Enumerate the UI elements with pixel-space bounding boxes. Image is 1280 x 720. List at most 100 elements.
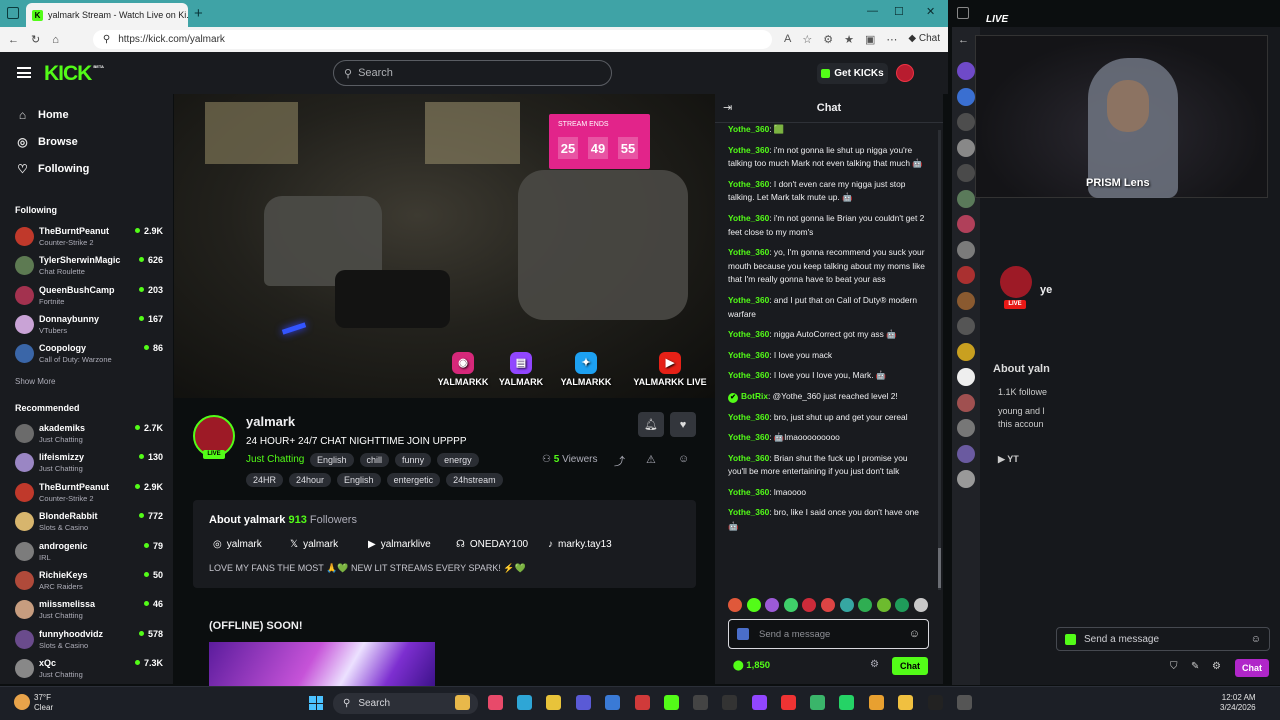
sidebar-channel-avatar[interactable] — [957, 164, 975, 182]
tag[interactable]: 24HR — [246, 473, 284, 487]
chat-username[interactable]: Yothe_360 — [728, 295, 769, 305]
settings-icon[interactable]: ⚙ — [1212, 661, 1221, 672]
sidebar-channel[interactable]: RichieKeys ARC Raiders 50 — [15, 567, 163, 595]
sidebar-channel[interactable]: lifeismizzy Just Chatting 130 — [15, 449, 163, 477]
chat-username[interactable]: Yothe_360 — [728, 247, 769, 257]
folder-icon[interactable] — [898, 695, 913, 710]
emote-icon[interactable] — [839, 598, 854, 612]
obs-icon[interactable] — [928, 695, 943, 710]
hamburger-menu-icon[interactable] — [17, 67, 31, 78]
emote-icon[interactable] — [858, 598, 873, 612]
sidebar-channel[interactable]: Donnaybunny VTubers 167 — [15, 311, 163, 339]
sidebar-channel-avatar[interactable] — [957, 87, 975, 106]
more-menu-icon[interactable]: ⋯ — [886, 33, 897, 46]
emote-icon[interactable] — [765, 598, 780, 612]
favorite-star-icon[interactable]: ☆ — [802, 33, 812, 46]
chat-settings-icon[interactable]: ⚙ — [870, 659, 879, 670]
sidebar-channel-avatar[interactable] — [957, 113, 975, 131]
sidebar-item-following[interactable]: ♡ Following — [16, 162, 89, 176]
twitch-icon[interactable] — [752, 695, 767, 710]
link-youtube[interactable]: ▶ yalmarklive — [368, 539, 431, 550]
chat-username[interactable]: Yothe_360 — [728, 213, 769, 223]
chat-username[interactable]: Yothe_360 — [728, 370, 769, 380]
sidebar-channel-avatar[interactable] — [957, 240, 975, 259]
browser-tab-kick[interactable]: K yalmark Stream - Watch Live on Ki... × — [26, 3, 188, 27]
emote-icon[interactable] — [876, 598, 891, 612]
tag[interactable]: energy — [437, 453, 479, 467]
chat-send-button[interactable]: Chat — [892, 657, 928, 675]
chat-scrollbar[interactable] — [938, 130, 941, 590]
sidebar-channel-avatar[interactable] — [957, 444, 975, 463]
second-yt-link[interactable]: ▶ YT — [998, 454, 1019, 465]
kick-icon[interactable] — [664, 695, 679, 710]
read-aloud-icon[interactable]: A — [784, 33, 791, 46]
tag[interactable]: 24hour — [289, 473, 332, 487]
emote-icon[interactable] — [913, 598, 928, 612]
link-instagram[interactable]: ◎ yalmark — [213, 539, 262, 550]
notification-bell-button[interactable]: 🔔︎ — [638, 412, 664, 437]
chat-username[interactable]: Yothe_360 — [728, 487, 769, 497]
shield-icon[interactable]: ⛉ — [1170, 661, 1178, 672]
extensions-icon[interactable]: ⚙ — [823, 33, 833, 46]
emote-icon[interactable] — [783, 598, 798, 612]
sidebar-channel-avatar[interactable] — [957, 189, 975, 208]
opera-icon[interactable] — [781, 695, 796, 710]
new-tab-button[interactable]: + — [194, 5, 203, 22]
media-icon[interactable] — [635, 695, 650, 710]
emoji-icon[interactable]: ☺ — [909, 628, 920, 640]
emote-picker-icon[interactable] — [737, 628, 749, 640]
user-avatar[interactable] — [896, 64, 914, 82]
sidebar-channel-avatar[interactable] — [957, 138, 975, 157]
sidebar-item-home[interactable]: ⌂ Home — [16, 108, 69, 122]
app-icon[interactable] — [576, 695, 591, 710]
favorites-icon[interactable]: ★ — [844, 33, 854, 46]
chat-username[interactable]: Yothe_360 — [728, 179, 769, 189]
link-discord[interactable]: ☊ ONEDAY100 — [456, 539, 528, 550]
emoji-icon[interactable]: ☺ — [1251, 634, 1261, 645]
emote-icon[interactable] — [820, 598, 835, 612]
sidebar-channel[interactable]: akademiks Just Chatting 2.7K — [15, 420, 163, 448]
chat-username[interactable]: Yothe_360 — [728, 432, 769, 442]
tag[interactable]: funny — [395, 453, 432, 467]
copilot-chat-button[interactable]: ◆ Chat — [908, 33, 940, 46]
sidebar-channel[interactable]: BlondeRabbit Slots & Casino 772 — [15, 508, 163, 536]
kick-logo[interactable]: KICK BETA — [44, 62, 104, 86]
close-window-icon[interactable]: ✕ — [926, 5, 935, 18]
sidebar-channel[interactable]: TylerSherwinMagic Chat Roulette 626 — [15, 252, 163, 280]
chat-username[interactable]: Yothe_360 — [728, 412, 769, 422]
refresh-icon[interactable]: ↻ — [31, 33, 40, 46]
tag[interactable]: 24hstream — [446, 473, 503, 487]
channel-points[interactable]: ⬤ 1,850 — [733, 660, 770, 671]
user-profile-icon[interactable]: ☺ — [678, 453, 689, 465]
system-clock[interactable]: 12:02 AM 3/24/2026 — [1220, 693, 1256, 713]
sidebar-channel[interactable]: QueenBushCamp Fortnite 203 — [15, 282, 163, 310]
emote-icon[interactable] — [728, 598, 742, 612]
sidebar-channel[interactable]: androgenic IRL 79 — [15, 538, 163, 566]
back-icon[interactable]: ← — [958, 34, 969, 46]
file-explorer-icon[interactable] — [455, 695, 470, 710]
category-link[interactable]: Just Chatting — [246, 454, 304, 465]
terminal-icon[interactable] — [722, 695, 737, 710]
sidebar-channel-avatar[interactable] — [957, 62, 975, 80]
sidebar-channel[interactable]: miissmelissa Just Chatting 46 — [15, 596, 163, 624]
sidebar-channel-avatar[interactable] — [957, 317, 975, 335]
second-chat-button[interactable]: Chat — [1235, 659, 1269, 677]
workspaces-icon[interactable] — [7, 7, 19, 19]
minimize-icon[interactable]: — — [867, 5, 878, 17]
sidebar-channel[interactable]: xQc Just Chatting 7.3K — [15, 655, 163, 683]
search-input[interactable]: ⚲ Search — [333, 60, 612, 86]
show-more-link[interactable]: Show More — [15, 377, 55, 386]
whatsapp-icon[interactable] — [839, 695, 854, 710]
url-field[interactable]: ⚲ https://kick.com/yalmark — [92, 30, 773, 49]
chat-username[interactable]: Yothe_360 — [728, 124, 769, 134]
sidebar-channel-avatar[interactable] — [957, 342, 975, 361]
maximize-icon[interactable]: ☐ — [894, 5, 904, 18]
follow-heart-button[interactable]: ♥ — [670, 412, 696, 437]
get-kicks-button[interactable]: Get KICKs — [817, 63, 888, 84]
music-icon[interactable] — [488, 695, 503, 710]
capture-icon[interactable] — [957, 695, 972, 710]
weather-widget[interactable]: 37°F Clear — [34, 693, 53, 713]
tag[interactable]: English — [310, 453, 354, 467]
chat-username[interactable]: Yothe_360 — [728, 507, 769, 517]
home-icon[interactable]: ⌂ — [52, 34, 59, 46]
